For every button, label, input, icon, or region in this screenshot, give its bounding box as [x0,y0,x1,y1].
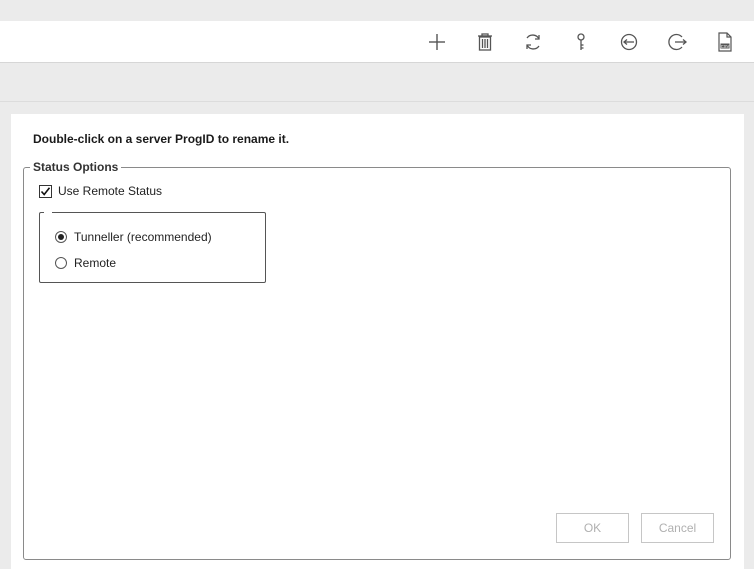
check-mark-icon [40,186,51,196]
toolbar: CSV [0,21,754,63]
checkbox-box[interactable] [39,184,52,198]
subgroup-legend-gap [44,211,52,215]
status-options-legend: Status Options [30,160,122,174]
instruction-text: Double-click on a server ProgID to renam… [33,132,290,146]
key-icon[interactable] [568,29,594,55]
use-remote-status-label: Use Remote Status [58,184,163,198]
refresh-icon[interactable] [520,29,546,55]
rename-dialog-panel: Double-click on a server ProgID to renam… [11,114,744,569]
remote-radio[interactable]: Remote [55,256,116,270]
radio-button[interactable] [55,257,67,269]
csv-file-icon[interactable]: CSV [712,29,738,55]
top-strip [0,0,754,21]
cancel-button[interactable]: Cancel [641,513,714,543]
tunneller-label: Tunneller (recommended) [74,230,212,244]
import-icon[interactable] [616,29,642,55]
add-icon[interactable] [424,29,450,55]
radio-dot [58,234,64,240]
status-options-group: Status Options Use Remote Status Tunnell… [23,160,731,560]
secondary-toolbar-strip [0,63,754,102]
export-icon[interactable] [664,29,690,55]
use-remote-status-checkbox[interactable]: Use Remote Status [39,184,162,198]
radio-button-selected[interactable] [55,231,67,243]
ok-button[interactable]: OK [556,513,629,543]
delete-icon[interactable] [472,29,498,55]
remote-label: Remote [74,256,117,270]
status-mode-group: Tunneller (recommended) Remote [39,211,266,283]
svg-text:CSV: CSV [721,44,730,49]
tunneller-radio[interactable]: Tunneller (recommended) [55,230,212,244]
